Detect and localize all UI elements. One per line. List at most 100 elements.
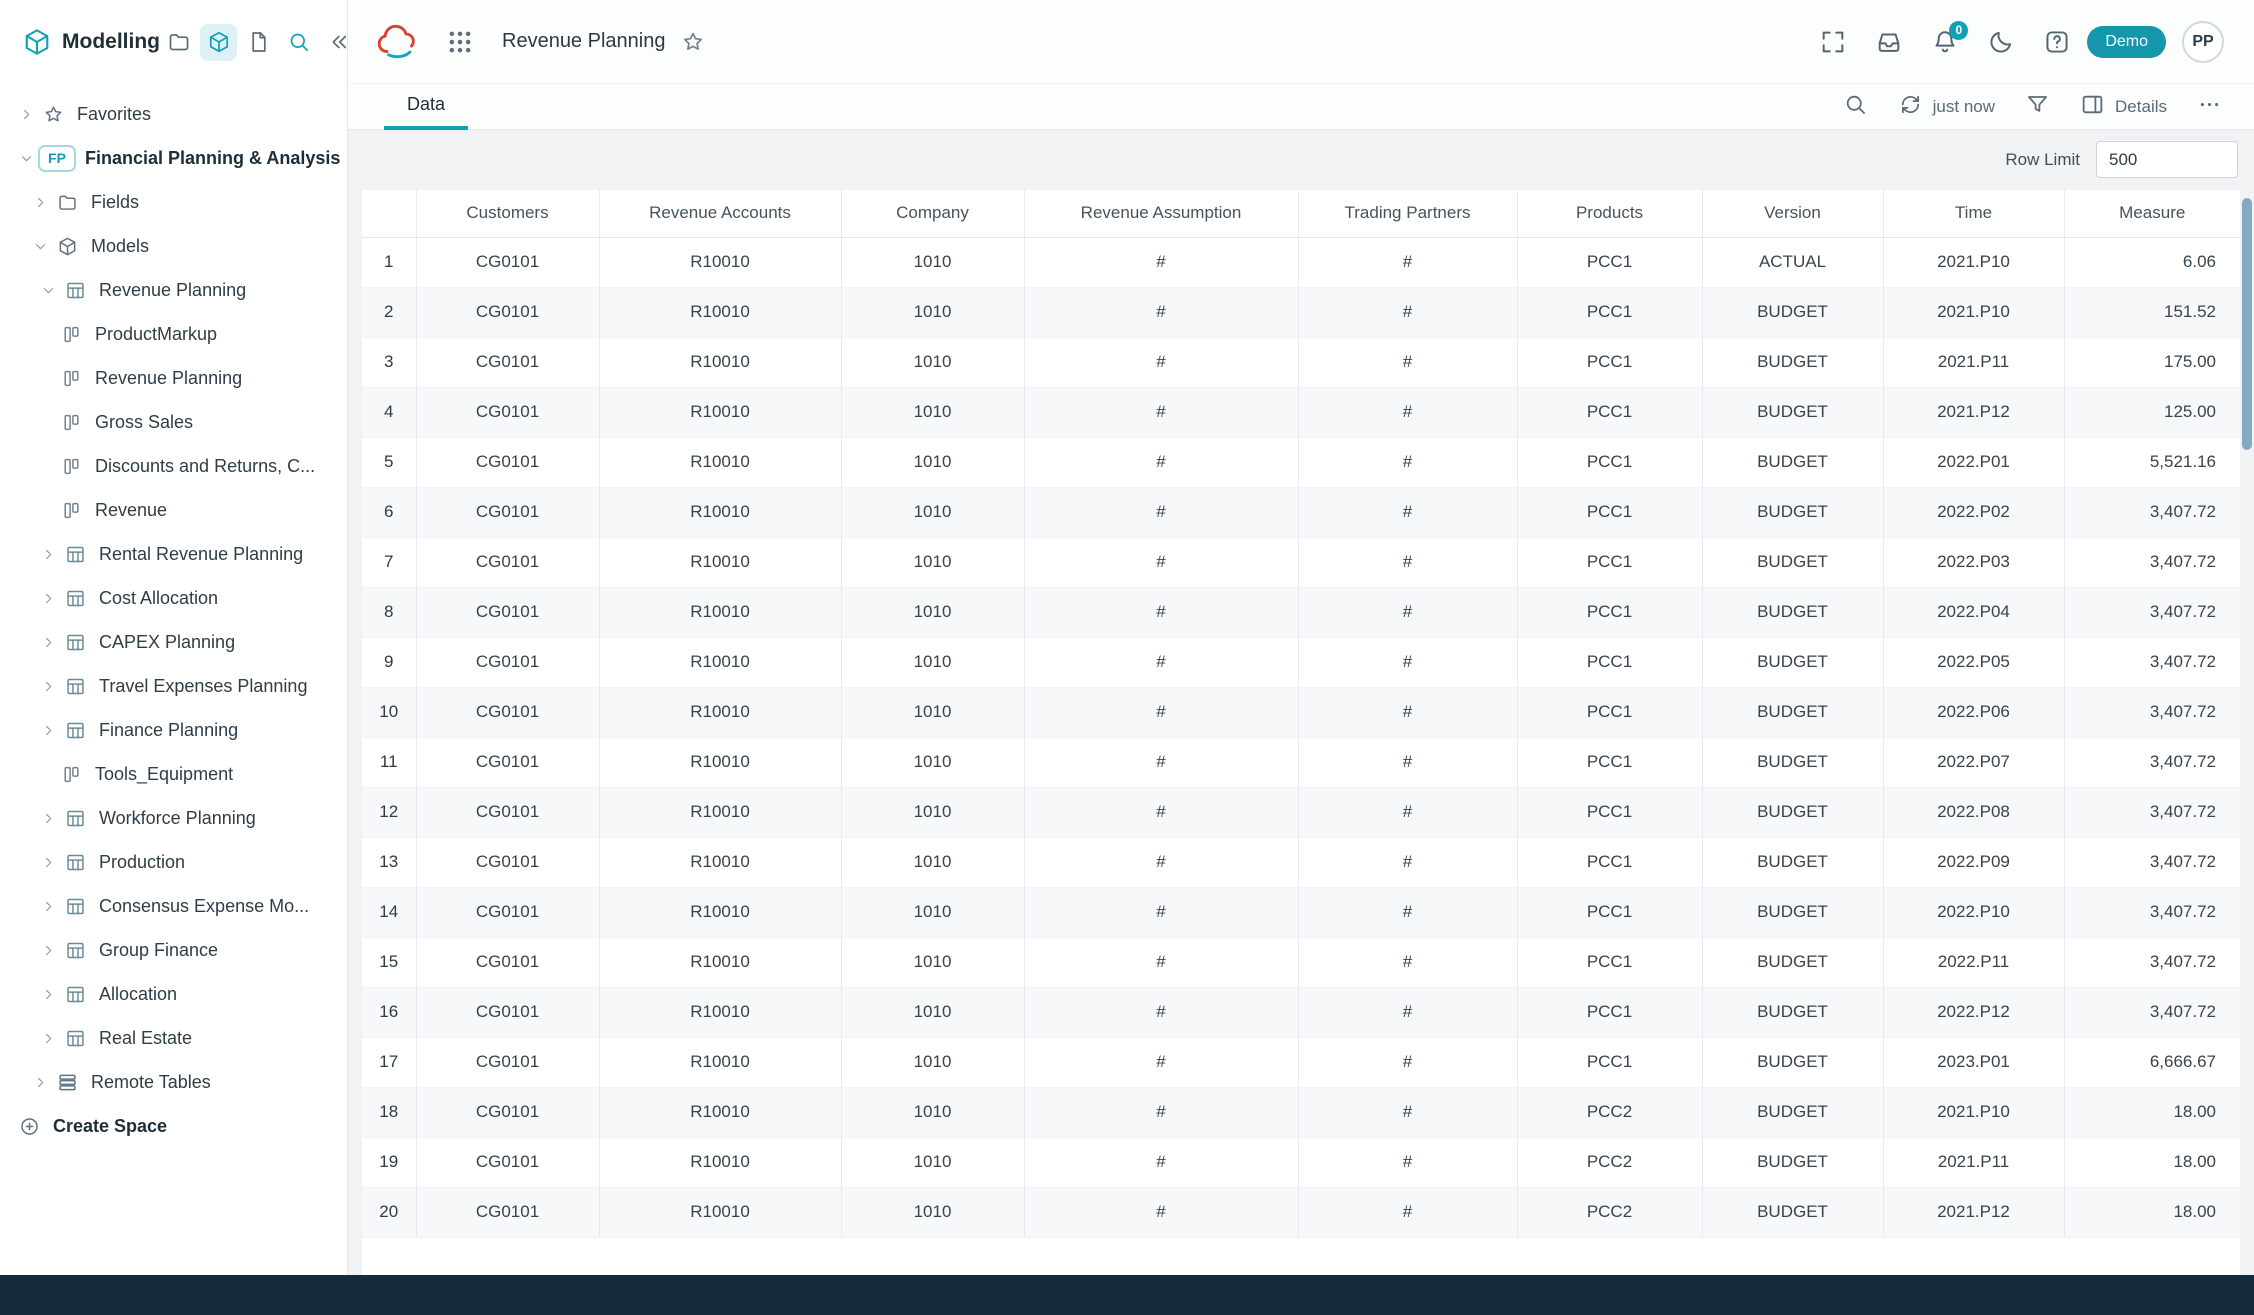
sidebar-search-icon[interactable] [280,24,317,61]
favorite-star-icon[interactable] [681,30,705,54]
chevron-right-icon[interactable] [36,987,60,1002]
cell-time: 2022.P01 [1883,437,2064,487]
scrollbar-thumb[interactable] [2242,198,2252,450]
tree-item-financial-planning-analysis[interactable]: FPFinancial Planning & Analysis [0,136,347,180]
table-row[interactable]: 6CG0101R100101010##PCC1BUDGET2022.P023,4… [362,487,2240,537]
tree-item-rental-revenue-planning[interactable]: Rental Revenue Planning [0,532,347,576]
table-row[interactable]: 8CG0101R100101010##PCC1BUDGET2022.P043,4… [362,587,2240,637]
tree-item-capex-planning[interactable]: CAPEX Planning [0,620,347,664]
chevron-down-icon[interactable] [28,239,52,254]
chevron-right-icon[interactable] [36,855,60,870]
folder-view-icon[interactable] [160,24,197,61]
table-row[interactable]: 18CG0101R100101010##PCC2BUDGET2021.P1018… [362,1087,2240,1137]
table-row[interactable]: 11CG0101R100101010##PCC1BUDGET2022.P073,… [362,737,2240,787]
column-header-trading-partners[interactable]: Trading Partners [1298,190,1517,237]
tree-item-real-estate[interactable]: Real Estate [0,1016,347,1060]
chevron-down-icon[interactable] [36,283,60,298]
tree-item-finance-planning[interactable]: Finance Planning [0,708,347,752]
tree-item-cost-allocation[interactable]: Cost Allocation [0,576,347,620]
app-launcher-icon[interactable] [446,28,474,56]
table-row[interactable]: 12CG0101R100101010##PCC1BUDGET2022.P083,… [362,787,2240,837]
column-header-measure[interactable]: Measure [2064,190,2240,237]
tree-item-fields[interactable]: Fields [0,180,347,224]
inbox-icon[interactable] [1875,28,1903,56]
more-options-button[interactable] [2197,92,2222,122]
chevron-right-icon[interactable] [36,635,60,650]
chevron-right-icon[interactable] [36,899,60,914]
tree-item-favorites[interactable]: Favorites [0,92,347,136]
table-row[interactable]: 4CG0101R100101010##PCC1BUDGET2021.P12125… [362,387,2240,437]
fullscreen-icon[interactable] [1819,28,1847,56]
app-logo[interactable] [374,23,420,61]
tree-item-revenue-planning[interactable]: Revenue Planning [0,268,347,312]
tree-item-consensus-expense-mo[interactable]: Consensus Expense Mo... [0,884,347,928]
table-row[interactable]: 10CG0101R100101010##PCC1BUDGET2022.P063,… [362,687,2240,737]
chevron-right-icon[interactable] [36,811,60,826]
notifications-icon[interactable]: 0 [1931,28,1959,56]
table-row[interactable]: 13CG0101R100101010##PCC1BUDGET2022.P093,… [362,837,2240,887]
table-row[interactable]: 7CG0101R100101010##PCC1BUDGET2022.P033,4… [362,537,2240,587]
chevron-right-icon[interactable] [36,547,60,562]
tree-item-travel-expenses-planning[interactable]: Travel Expenses Planning [0,664,347,708]
tab-data[interactable]: Data [384,84,468,130]
table-row[interactable]: 19CG0101R100101010##PCC2BUDGET2021.P1118… [362,1137,2240,1187]
vertical-scrollbar[interactable] [2240,190,2254,1275]
table-row[interactable]: 2CG0101R100101010##PCC1BUDGET2021.P10151… [362,287,2240,337]
chevron-right-icon[interactable] [14,107,38,122]
filter-button[interactable] [2025,92,2050,122]
file-view-icon[interactable] [240,24,277,61]
tree-item-discounts-and-returns-c[interactable]: Discounts and Returns, C... [0,444,347,488]
table-row[interactable]: 17CG0101R100101010##PCC1BUDGET2023.P016,… [362,1037,2240,1087]
table-row[interactable]: 16CG0101R100101010##PCC1BUDGET2022.P123,… [362,987,2240,1037]
cell-version: ACTUAL [1702,237,1883,287]
column-header-products[interactable]: Products [1517,190,1702,237]
tree-item-tools-equipment[interactable]: Tools_Equipment [0,752,347,796]
tree-item-revenue[interactable]: Revenue [0,488,347,532]
tree-item-gross-sales[interactable]: Gross Sales [0,400,347,444]
table-row[interactable]: 9CG0101R100101010##PCC1BUDGET2022.P053,4… [362,637,2240,687]
table-row[interactable]: 15CG0101R100101010##PCC1BUDGET2022.P113,… [362,937,2240,987]
table-row[interactable]: 1CG0101R100101010##PCC1ACTUAL2021.P106.0… [362,237,2240,287]
column-header-company[interactable]: Company [841,190,1024,237]
help-icon[interactable] [2043,28,2071,56]
tree-item-create-space[interactable]: Create Space [0,1104,347,1148]
cell-products: PCC1 [1517,387,1702,437]
tree-item-productmarkup[interactable]: ProductMarkup [0,312,347,356]
column-header-version[interactable]: Version [1702,190,1883,237]
refresh-button[interactable]: just now [1898,92,1995,122]
chevron-right-icon[interactable] [28,1075,52,1090]
tree-item-production[interactable]: Production [0,840,347,884]
column-header-time[interactable]: Time [1883,190,2064,237]
tree-item-workforce-planning[interactable]: Workforce Planning [0,796,347,840]
tree-item-models[interactable]: Models [0,224,347,268]
demo-badge[interactable]: Demo [2087,26,2166,58]
dark-mode-icon[interactable] [1987,28,2015,56]
column-header-revenue-accounts[interactable]: Revenue Accounts [599,190,841,237]
avatar[interactable]: PP [2182,21,2224,63]
cell-revenue-assumption: # [1024,1087,1298,1137]
table-row[interactable]: 3CG0101R100101010##PCC1BUDGET2021.P11175… [362,337,2240,387]
model-view-icon[interactable] [200,24,237,61]
collapse-sidebar-icon[interactable] [320,24,348,61]
tree-item-revenue-planning[interactable]: Revenue Planning [0,356,347,400]
details-button[interactable]: Details [2080,92,2167,122]
chevron-right-icon[interactable] [36,943,60,958]
chevron-right-icon[interactable] [36,591,60,606]
table-row[interactable]: 5CG0101R100101010##PCC1BUDGET2022.P015,5… [362,437,2240,487]
tree-item-allocation[interactable]: Allocation [0,972,347,1016]
table-row[interactable]: 20CG0101R100101010##PCC2BUDGET2021.P1218… [362,1187,2240,1237]
chevron-right-icon[interactable] [28,195,52,210]
chevron-right-icon[interactable] [36,679,60,694]
tree-item-group-finance[interactable]: Group Finance [0,928,347,972]
table-search-button[interactable] [1843,92,1868,122]
column-header-revenue-assumption[interactable]: Revenue Assumption [1024,190,1298,237]
table-row[interactable]: 14CG0101R100101010##PCC1BUDGET2022.P103,… [362,887,2240,937]
row-limit-input[interactable] [2096,141,2238,178]
chevron-right-icon[interactable] [36,723,60,738]
row-number: 10 [362,687,416,737]
cell-measure: 3,407.72 [2064,937,2240,987]
chevron-down-icon[interactable] [14,151,38,166]
chevron-right-icon[interactable] [36,1031,60,1046]
column-header-customers[interactable]: Customers [416,190,599,237]
tree-item-remote-tables[interactable]: Remote Tables [0,1060,347,1104]
